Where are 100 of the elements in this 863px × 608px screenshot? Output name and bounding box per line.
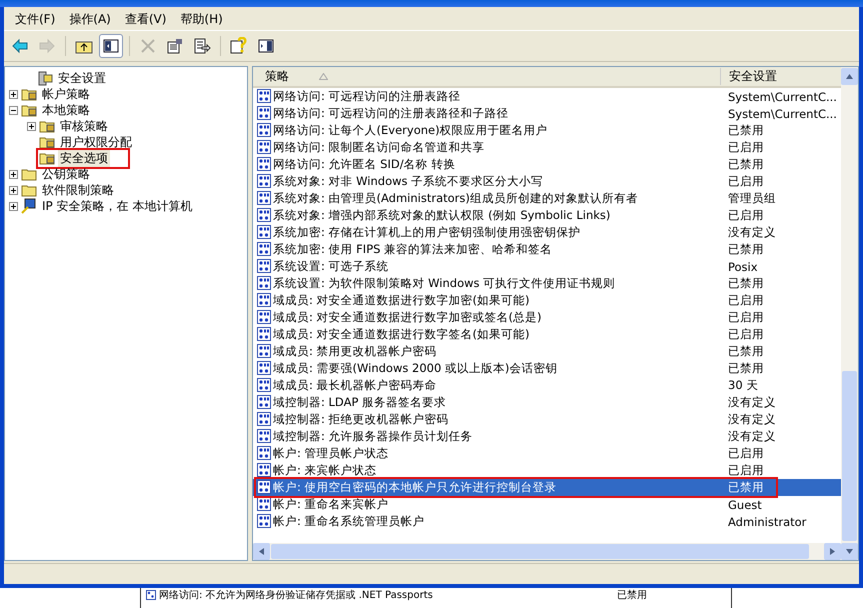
list-row[interactable]: 域成员: 对安全通道数据进行数字签名(如果可能) 已启用	[253, 326, 841, 343]
expander-icon[interactable]	[9, 170, 18, 178]
tree-item[interactable]: 用户权限分配	[58, 134, 134, 150]
policy-icon	[257, 446, 272, 461]
policy-icon	[257, 191, 272, 206]
setting-value: 已启用	[727, 140, 765, 155]
vertical-scrollbar[interactable]	[841, 67, 858, 560]
scroll-up-icon[interactable]	[846, 73, 853, 80]
setting-value: 30 天	[727, 378, 760, 393]
menu-item[interactable]: 文件(F)	[10, 10, 60, 28]
setting-value: Administrator	[727, 514, 808, 528]
setting-value: System\CurrentC...	[727, 90, 838, 104]
list-row[interactable]: 系统对象: 对非 Windows 子系统不要求区分大小写 已启用	[253, 173, 841, 190]
tree-item[interactable]: 帐户策略	[40, 86, 92, 102]
setting-value: 没有定义	[727, 429, 777, 444]
policy-icon	[257, 497, 272, 512]
policy-icon	[257, 89, 272, 104]
setting-value: Guest	[727, 498, 763, 512]
tree-item[interactable]: 安全设置	[56, 70, 108, 86]
policy-name: 域成员: 对安全通道数据进行数字加密(如果可能)	[273, 293, 531, 308]
scroll-right-icon[interactable]	[829, 548, 836, 555]
scroll-left-icon[interactable]	[258, 548, 265, 555]
policy-name: 网络访问: 让每个人(Everyone)权限应用于匿名用户	[273, 123, 549, 138]
list-row[interactable]: 网络访问: 可远程访问的注册表路径 System\CurrentC...	[253, 88, 841, 105]
menu-item[interactable]: 查看(V)	[120, 10, 172, 28]
list-row[interactable]: 帐户: 来宾帐户状态 已启用	[253, 462, 841, 479]
policy-icon	[257, 242, 272, 257]
list-row[interactable]: 系统设置: 可选子系统 Posix	[253, 258, 841, 275]
list-row[interactable]: 域成员: 最长机器帐户密码寿命 30 天	[253, 377, 841, 394]
policy-icon	[257, 208, 272, 223]
tree-pane-icon[interactable]	[99, 34, 123, 58]
tree-item[interactable]: 软件限制策略	[40, 182, 116, 198]
policy-name: 帐户: 管理员帐户状态	[273, 446, 390, 461]
list-row[interactable]: 域控制器: LDAP 服务器签名要求 没有定义	[253, 394, 841, 411]
policy-name: 网络访问: 不允许为网络身份验证储存凭据或 .NET Passports	[159, 588, 434, 602]
policy-name: 域成员: 最长机器帐户密码寿命	[273, 378, 438, 393]
list-row[interactable]: 帐户: 使用空白密码的本地帐户只允许进行控制台登录 已禁用	[253, 479, 841, 496]
list-row[interactable]: 域控制器: 允许服务器操作员计划任务 没有定义	[253, 428, 841, 445]
expander-icon[interactable]	[9, 186, 18, 194]
list-row[interactable]: 域成员: 需要强(Windows 2000 或以上版本)会话密钥 已禁用	[253, 360, 841, 377]
policy-name: 域成员: 对安全通道数据进行数字签名(如果可能)	[273, 327, 531, 342]
expander-icon[interactable]	[9, 202, 18, 210]
setting-value: 已启用	[727, 446, 765, 461]
horizontal-scrollbar[interactable]	[253, 543, 841, 560]
list-row[interactable]: 网络访问: 限制匿名访问命名管道和共享 已启用	[253, 139, 841, 156]
list-row[interactable]: 帐户: 重命名系统管理员帐户 Administrator	[253, 513, 841, 530]
setting-value: 没有定义	[727, 225, 777, 240]
setting-value: 已启用	[727, 174, 765, 189]
setting-value: 已启用	[727, 310, 765, 325]
policy-name: 网络访问: 可远程访问的注册表路径	[273, 89, 462, 104]
list-row[interactable]: 域成员: 对安全通道数据进行数字加密(如果可能) 已启用	[253, 292, 841, 309]
policy-name: 网络访问: 限制匿名访问命名管道和共享	[273, 140, 486, 155]
list-row[interactable]: 帐户: 重命名来宾帐户 Guest	[253, 496, 841, 513]
tree-item[interactable]: 安全选项	[58, 150, 110, 166]
list-row[interactable]: 系统加密: 存储在计算机上的用户密钥强制使用强密钥保护 没有定义	[253, 224, 841, 241]
list-row[interactable]: 网络访问: 允许匿名 SID/名称 转换 已禁用	[253, 156, 841, 173]
policy-name: 网络访问: 可远程访问的注册表路径和子路径	[273, 106, 510, 121]
expander-icon[interactable]	[27, 122, 36, 130]
policy-icon	[257, 310, 272, 325]
policy-name: 帐户: 使用空白密码的本地帐户只允许进行控制台登录	[273, 480, 558, 495]
list-row[interactable]: 域成员: 禁用更改机器帐户密码 已禁用	[253, 343, 841, 360]
setting-value: 已禁用	[727, 157, 765, 172]
policy-icon	[257, 344, 272, 359]
policy-name: 域控制器: LDAP 服务器签名要求	[273, 395, 448, 410]
scroll-down-icon[interactable]	[846, 548, 853, 555]
list-row[interactable]: 网络访问: 可远程访问的注册表路径和子路径 System\CurrentC...	[253, 105, 841, 122]
policy-icon	[257, 395, 272, 410]
list-row[interactable]: 网络访问: 让每个人(Everyone)权限应用于匿名用户 已禁用	[253, 122, 841, 139]
tree-item[interactable]: 审核策略	[58, 118, 110, 134]
tree-item[interactable]: IP 安全策略，在 本地计算机	[40, 198, 194, 214]
policy-icon	[257, 480, 272, 495]
policy-name: 系统加密: 使用 FIPS 兼容的算法来加密、哈希和签名	[273, 242, 554, 257]
list-row[interactable]: 系统设置: 为软件限制策略对 Windows 可执行文件使用证书规则 已禁用	[253, 275, 841, 292]
computer-lock-icon	[37, 70, 53, 86]
policy-name: 域控制器: 拒绝更改机器帐户密码	[273, 412, 450, 427]
tree-item[interactable]: 本地策略	[40, 102, 92, 118]
list-row[interactable]: 系统对象: 由管理员(Administrators)组成员所创建的对象默认所有者 管理员组	[253, 190, 841, 207]
setting-value: 已禁用	[727, 344, 765, 359]
policy-name: 系统设置: 可选子系统	[273, 259, 390, 274]
menu-item[interactable]: 帮助(H)	[175, 10, 228, 28]
policy-icon	[257, 140, 272, 155]
setting-value: Posix	[727, 260, 759, 274]
policy-icon	[257, 106, 272, 121]
list-row[interactable]: 域控制器: 拒绝更改机器帐户密码 没有定义	[253, 411, 841, 428]
policy-icon	[257, 361, 272, 376]
policy-icon	[257, 123, 272, 138]
setting-value: 已启用	[727, 327, 765, 342]
column-header[interactable]: 策略	[253, 68, 289, 85]
policy-icon	[257, 412, 272, 427]
expander-icon[interactable]	[9, 90, 18, 98]
setting-value: 已启用	[727, 463, 765, 478]
list-row[interactable]: 域成员: 对安全通道数据进行数字加密或签名(总是) 已启用	[253, 309, 841, 326]
menu-item[interactable]: 操作(A)	[64, 10, 116, 28]
list-row[interactable]: 帐户: 管理员帐户状态 已启用	[253, 445, 841, 462]
list-row[interactable]: 系统加密: 使用 FIPS 兼容的算法来加密、哈希和签名 已禁用	[253, 241, 841, 258]
tree-item[interactable]: 公钥策略	[40, 166, 92, 182]
policy-icon	[257, 378, 272, 393]
setting-value: 已启用	[727, 293, 765, 308]
expander-icon[interactable]	[9, 106, 18, 114]
list-row[interactable]: 系统对象: 增强内部系统对象的默认权限 (例如 Symbolic Links) 已启用	[253, 207, 841, 224]
